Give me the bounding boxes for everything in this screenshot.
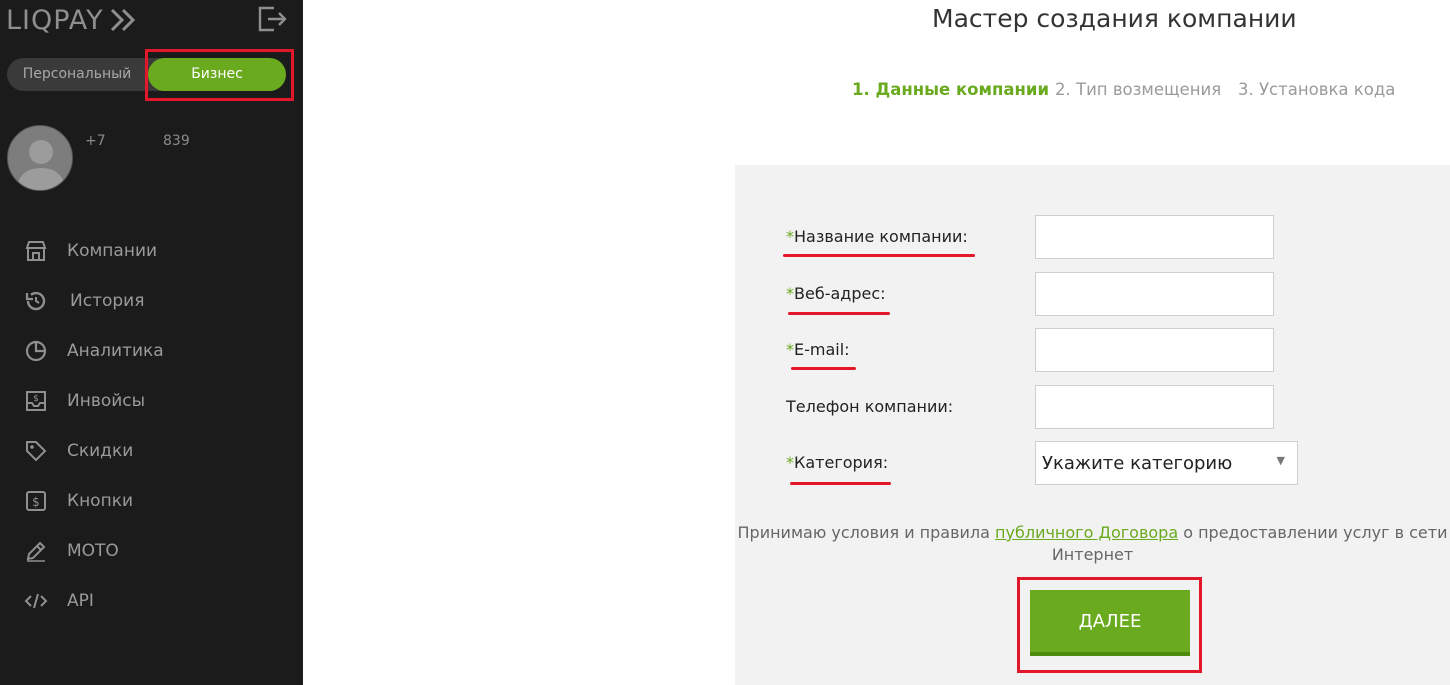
terms-after: о предоставлении услуг в сети bbox=[1178, 523, 1448, 542]
company-name-input[interactable] bbox=[1035, 215, 1274, 259]
required-mark: * bbox=[786, 340, 794, 359]
wizard-step-1[interactable]: 1. Данные компании bbox=[852, 80, 1049, 99]
liqpay-logo[interactable]: LIQPAY bbox=[6, 3, 137, 37]
code-icon bbox=[24, 593, 48, 609]
invoice-icon: $ bbox=[26, 391, 46, 411]
wizard-step-2[interactable]: 2. Тип возмещения bbox=[1055, 80, 1221, 99]
sidebar-item-companies[interactable]: Компании bbox=[0, 231, 303, 271]
history-icon bbox=[25, 291, 46, 311]
sidebar-item-history[interactable]: История bbox=[0, 281, 303, 321]
wizard-step-3[interactable]: 3. Установка кода bbox=[1238, 80, 1395, 99]
user-silhouette-icon bbox=[16, 140, 66, 190]
sidebar-item-analytics[interactable]: Аналитика bbox=[0, 331, 303, 371]
sidebar-item-label: История bbox=[70, 291, 145, 311]
sidebar-item-label: Инвойсы bbox=[67, 391, 146, 411]
svg-text:$: $ bbox=[33, 394, 39, 404]
pen-icon bbox=[26, 541, 46, 562]
email-label-text: E-mail: bbox=[794, 340, 850, 359]
svg-text:$: $ bbox=[32, 495, 40, 509]
sidebar-item-api[interactable]: API bbox=[0, 581, 303, 621]
company-name-label: *Название компании: bbox=[786, 227, 968, 246]
company-name-label-text: Название компании: bbox=[794, 227, 968, 246]
personal-mode-button[interactable]: Персональный bbox=[7, 58, 147, 91]
public-contract-link[interactable]: публичного Договора bbox=[995, 523, 1178, 542]
red-underline bbox=[790, 482, 891, 485]
sidebar: LIQPAY Персональный Бизнес +7 839 Компан… bbox=[0, 0, 303, 685]
sidebar-item-label: API bbox=[67, 591, 94, 611]
tag-icon bbox=[26, 441, 47, 462]
user-phone-end: 839 bbox=[163, 133, 190, 149]
store-icon bbox=[25, 241, 47, 261]
user-phone-start: +7 bbox=[85, 133, 106, 149]
terms-text-line2: Интернет bbox=[1051, 545, 1134, 564]
company-phone-label: Телефон компании: bbox=[786, 397, 954, 416]
website-label-text: Веб-адрес: bbox=[794, 284, 886, 303]
sidebar-item-label: Скидки bbox=[67, 441, 134, 461]
category-label: *Категория: bbox=[786, 453, 888, 472]
avatar[interactable] bbox=[7, 125, 73, 191]
category-label-text: Категория: bbox=[794, 453, 889, 472]
business-highlight-box bbox=[145, 49, 294, 101]
dropdown-arrow-icon: ▼ bbox=[1276, 454, 1285, 467]
category-select-value: Укажите категорию bbox=[1042, 453, 1233, 474]
next-highlight-box bbox=[1017, 577, 1202, 673]
double-chevron-icon bbox=[110, 8, 135, 32]
website-input[interactable] bbox=[1035, 272, 1274, 316]
sidebar-item-label: Аналитика bbox=[67, 341, 164, 361]
category-select[interactable]: Укажите категорию ▼ bbox=[1035, 441, 1298, 485]
sidebar-item-discounts[interactable]: Скидки bbox=[0, 431, 303, 471]
terms-text: Принимаю условия и правила публичного До… bbox=[735, 522, 1450, 544]
pie-chart-icon bbox=[25, 340, 47, 362]
sidebar-item-buttons[interactable]: $ Кнопки bbox=[0, 481, 303, 521]
sidebar-item-moto[interactable]: МОТО bbox=[0, 531, 303, 571]
company-phone-input[interactable] bbox=[1035, 385, 1274, 429]
sidebar-item-invoices[interactable]: $ Инвойсы bbox=[0, 381, 303, 421]
email-field[interactable] bbox=[1035, 328, 1274, 372]
page-title: Мастер создания компании bbox=[932, 4, 1297, 33]
required-mark: * bbox=[786, 284, 794, 303]
required-mark: * bbox=[786, 227, 794, 246]
sidebar-item-label: Компании bbox=[67, 241, 158, 261]
sidebar-item-label: Кнопки bbox=[67, 491, 134, 511]
red-underline bbox=[783, 254, 975, 257]
email-label: *E-mail: bbox=[786, 340, 850, 359]
website-label: *Веб-адрес: bbox=[786, 284, 886, 303]
sidebar-item-label: МОТО bbox=[67, 541, 119, 561]
terms-before: Принимаю условия и правила bbox=[737, 523, 996, 542]
logout-icon[interactable] bbox=[257, 6, 287, 32]
red-underline bbox=[788, 312, 890, 315]
dollar-button-icon: $ bbox=[26, 491, 46, 511]
red-underline bbox=[791, 367, 856, 370]
required-mark: * bbox=[786, 453, 794, 472]
logo-text: LIQPAY bbox=[6, 4, 104, 36]
